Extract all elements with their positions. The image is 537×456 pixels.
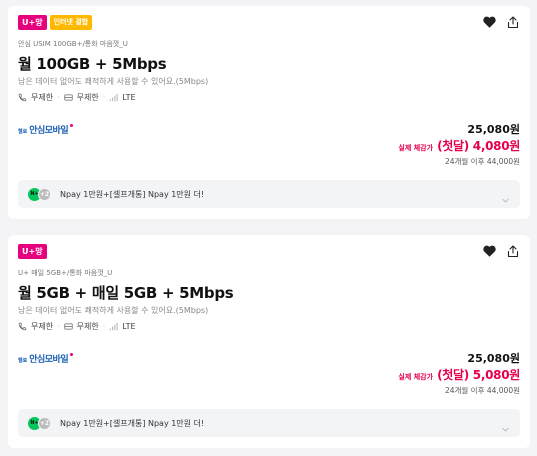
plan-subtitle: 안심 USIM 100GB+/통화 마음껏_U	[18, 40, 128, 48]
carrier-logo-prefix: 헬로	[18, 129, 28, 135]
plan-title: 월 100GB + 5Mbps	[18, 55, 167, 73]
spec-network-value: LTE	[122, 322, 136, 331]
promotion-banner[interactable]: N+ +2 Npay 1만원+[셀프개통] Npay 1만원 더!	[18, 180, 520, 208]
heart-icon[interactable]	[482, 15, 496, 29]
effective-price: 실제 체감가 (첫달) 5,080원	[398, 366, 520, 383]
plan-card[interactable]: U+망 인터넷 결합 안심 USIM 100GB+/통화 마음껏_U 월 100…	[8, 6, 530, 219]
spec-call-value: 무제한	[31, 322, 54, 331]
promotion-text: Npay 1만원+[셀프개통] Npay 1만원 더!	[60, 189, 205, 199]
message-icon	[64, 322, 73, 331]
spec-call: 무제한	[18, 321, 53, 332]
carrier-logo-name: 안심모바일	[29, 355, 69, 365]
message-icon	[64, 93, 73, 102]
effective-price-label: 실제 체감가	[398, 144, 434, 152]
heart-icon[interactable]	[482, 244, 496, 258]
spec-sms-value: 무제한	[76, 322, 99, 331]
promotion-banner[interactable]: N+ +2 Npay 1만원+[셀프개통] Npay 1만원 더!	[18, 409, 520, 437]
phone-icon	[18, 93, 27, 102]
carrier-logo-prefix: 헬로	[18, 358, 28, 364]
carrier-logo: 헬로 안심모바일	[18, 352, 74, 365]
plan-specs: 무제한 · 무제한 · LTE	[18, 321, 136, 332]
spec-sms: 무제한	[64, 321, 99, 332]
network-badge: U+망	[18, 244, 47, 259]
spec-divider: ·	[102, 93, 106, 102]
carrier-logo-mark	[70, 124, 74, 127]
chevron-down-icon[interactable]	[501, 419, 510, 432]
bundle-badge: 인터넷 결합	[49, 15, 93, 30]
promotion-icons: N+ +2	[28, 416, 54, 430]
spec-divider: ·	[57, 93, 60, 102]
chevron-down-icon[interactable]	[501, 190, 510, 203]
plan-subtitle: U+ 매일 5GB+/통화 마음껏_U	[18, 269, 113, 277]
signal-icon	[109, 322, 118, 331]
effective-price-value: (첫달) 5,080원	[437, 368, 520, 382]
badge-group: U+망 인터넷 결합	[18, 15, 93, 30]
effective-price-label: 실제 체감가	[398, 373, 434, 381]
signal-icon	[109, 93, 118, 102]
plan-description: 남은 데이터 없어도 쾌적하게 사용할 수 있어요.(5Mbps)	[18, 77, 209, 86]
carrier-logo: 헬로 안심모바일	[18, 123, 74, 136]
carrier-logo-name: 안심모바일	[29, 126, 69, 136]
spec-network-value: LTE	[122, 93, 136, 102]
share-icon[interactable]	[506, 15, 520, 29]
spec-network: LTE	[109, 93, 136, 102]
badge-group: U+망	[18, 244, 47, 259]
monthly-price: 25,080원	[467, 123, 520, 136]
phone-icon	[18, 322, 27, 331]
effective-price: 실제 체감가 (첫달) 4,080원	[398, 137, 520, 154]
more-benefits-count: +2	[38, 416, 51, 430]
carrier-logo-mark	[70, 353, 74, 356]
spec-network: LTE	[109, 322, 136, 331]
spec-divider: ·	[57, 322, 60, 331]
plan-description: 남은 데이터 없어도 쾌적하게 사용할 수 있어요.(5Mbps)	[18, 306, 209, 315]
monthly-price: 25,080원	[467, 352, 520, 365]
plan-specs: 무제한 · 무제한 · LTE	[18, 92, 136, 103]
plan-title: 월 5GB + 매일 5GB + 5Mbps	[18, 284, 234, 302]
share-icon[interactable]	[506, 244, 520, 258]
effective-price-value: (첫달) 4,080원	[437, 139, 520, 153]
promotion-text: Npay 1만원+[셀프개통] Npay 1만원 더!	[60, 418, 205, 428]
price-after-period: 24개월 이후 44,000원	[444, 157, 520, 166]
spec-sms-value: 무제한	[76, 93, 99, 102]
network-badge: U+망	[18, 15, 47, 30]
spec-divider: ·	[102, 322, 106, 331]
promotion-icons: N+ +2	[28, 187, 54, 201]
plan-card[interactable]: U+망 U+ 매일 5GB+/통화 마음껏_U 월 5GB + 매일 5GB +…	[8, 235, 530, 448]
price-after-period: 24개월 이후 44,000원	[444, 386, 520, 395]
spec-call: 무제한	[18, 92, 53, 103]
spec-sms: 무제한	[64, 92, 99, 103]
card-actions	[482, 244, 520, 258]
spec-call-value: 무제한	[31, 93, 54, 102]
more-benefits-count: +2	[38, 187, 51, 201]
card-actions	[482, 15, 520, 29]
